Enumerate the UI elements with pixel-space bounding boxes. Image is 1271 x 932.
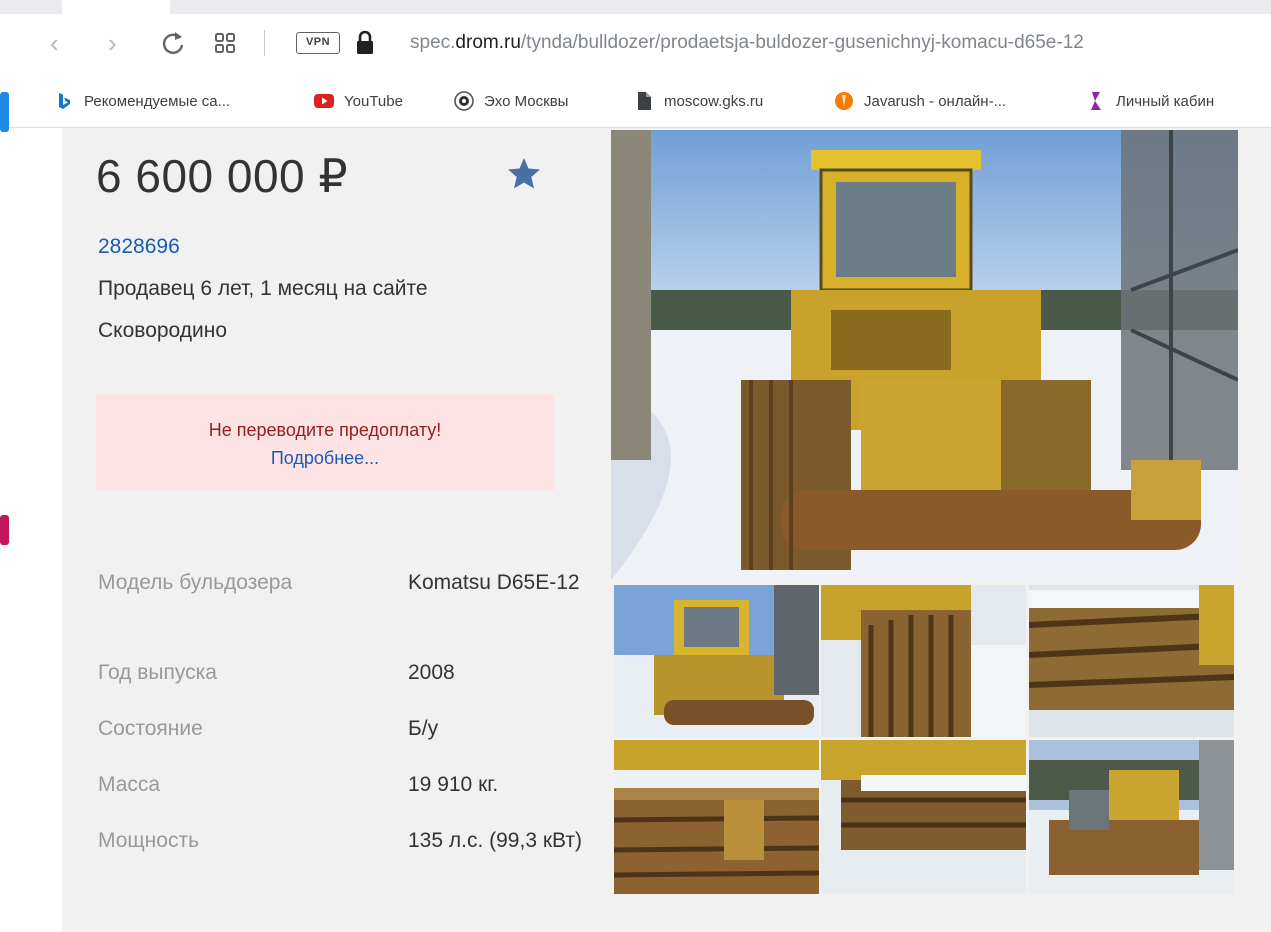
bookmark-cabinet[interactable]: Личный кабин xyxy=(1086,88,1214,114)
tab-strip xyxy=(0,0,1271,14)
bookmark-echo[interactable]: Эхо Москвы xyxy=(454,88,568,114)
thumbnail-4[interactable] xyxy=(614,740,819,894)
browser-window: ‹ › VPN spec.drom.ru/tynda/bulldozer/pro… xyxy=(0,0,1271,932)
echo-moscow-icon xyxy=(454,91,474,111)
lock-icon[interactable] xyxy=(354,30,376,56)
browser-toolbar: ‹ › VPN spec.drom.ru/tynda/bulldozer/pro… xyxy=(0,14,1271,76)
thumbnail-3[interactable] xyxy=(1029,585,1234,737)
bookmark-label: Личный кабин xyxy=(1116,92,1215,110)
spec-value-model: Komatsu D65E-12 xyxy=(408,571,580,594)
thumbnail-5[interactable] xyxy=(821,740,1026,894)
bookmark-label: moscow.gks.ru xyxy=(664,92,764,110)
bookmark-label: Javarush - онлайн-... xyxy=(864,92,1007,110)
prepayment-warning: Не переводите предоплату! Подробнее... xyxy=(96,394,554,490)
spec-value-year: 2008 xyxy=(408,661,455,684)
bookmark-javarush[interactable]: Javarush - онлайн-... xyxy=(834,88,1006,114)
url-domain: drom.ru xyxy=(455,32,521,53)
spec-label-year: Год выпуска xyxy=(98,661,217,684)
spec-value-power: 135 л.с. (99,3 кВт) xyxy=(408,829,582,852)
thumbnail-1[interactable] xyxy=(614,585,819,737)
back-button[interactable]: ‹ xyxy=(50,28,59,58)
spec-label-power: Мощность xyxy=(98,829,200,852)
youtube-icon xyxy=(314,94,334,108)
side-edge-pink xyxy=(0,515,9,545)
main-photo-bulldozer[interactable] xyxy=(611,130,1238,580)
thumbnail-2[interactable] xyxy=(821,585,1026,737)
purple-bookmark-icon xyxy=(1091,92,1101,110)
spec-label-condition: Состояние xyxy=(98,717,203,740)
forward-button[interactable]: › xyxy=(108,28,117,58)
bookmark-label: Эхо Москвы xyxy=(484,92,569,110)
url-path: /tynda/bulldozer/prodaetsja-buldozer-gus… xyxy=(520,32,1084,53)
seller-city: Сковородино xyxy=(98,319,228,342)
side-edge-blue xyxy=(0,92,9,132)
bookmark-label: Рекомендуемые са... xyxy=(84,92,231,110)
seller-id-link[interactable]: 2828696 xyxy=(98,232,180,262)
document-icon xyxy=(638,92,651,110)
bookmark-youtube[interactable]: YouTube xyxy=(314,88,403,114)
warning-title: Не переводите предоплату! xyxy=(208,420,442,440)
vpn-badge[interactable]: VPN xyxy=(296,32,340,54)
toolbar-divider xyxy=(264,30,265,56)
active-tab[interactable] xyxy=(62,0,170,14)
spec-label-mass: Масса xyxy=(98,773,161,796)
reload-icon[interactable] xyxy=(158,28,188,58)
spec-value-mass: 19 910 кг. xyxy=(408,773,499,796)
warning-more-link[interactable]: Подробнее... xyxy=(96,446,554,470)
tab-grid-icon[interactable] xyxy=(214,32,236,54)
bookmark-recommended[interactable]: Рекомендуемые са... xyxy=(54,88,230,114)
spec-label-model: Модель бульдозера xyxy=(98,571,293,594)
seller-info: Продавец 6 лет, 1 месяц на сайте xyxy=(98,277,428,300)
thumbnail-6[interactable] xyxy=(1029,740,1234,894)
bookmarks-bar: Рекомендуемые са... YouTube Эхо Москвы m… xyxy=(0,76,1271,128)
bookmark-gks[interactable]: moscow.gks.ru xyxy=(634,88,763,114)
favorite-star-icon[interactable] xyxy=(504,154,544,194)
javarush-icon xyxy=(835,92,853,110)
spec-value-condition: Б/у xyxy=(408,717,439,740)
bookmark-label: YouTube xyxy=(344,92,403,110)
listing-price: 6 600 000 ₽ xyxy=(96,150,349,202)
address-bar[interactable]: spec.drom.ru/tynda/bulldozer/prodaetsja-… xyxy=(410,30,1271,56)
bing-icon xyxy=(59,93,70,109)
url-prefix: spec. xyxy=(410,32,456,53)
